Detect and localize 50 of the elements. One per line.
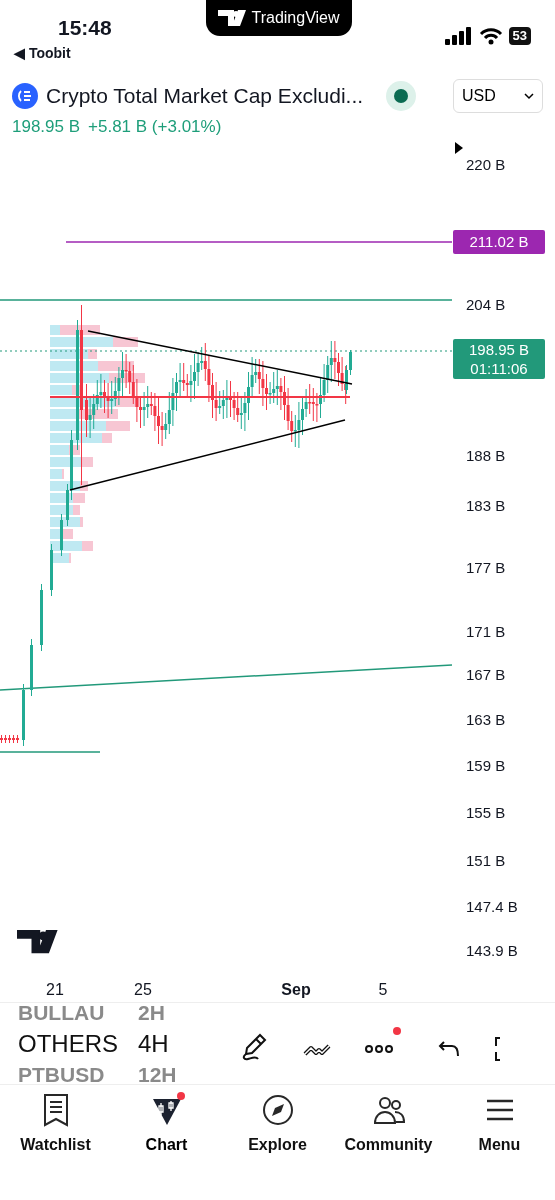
axis-label: Sep (281, 980, 311, 1000)
countdown-timer: 01:11:06 (469, 359, 529, 378)
axis-label: 159 B (466, 755, 506, 776)
axis-label: 155 B (466, 802, 506, 823)
axis-label: 177 B (466, 557, 506, 578)
marker-icon (455, 142, 463, 154)
status-time: 15:48 (58, 15, 112, 41)
undo-icon (436, 1039, 460, 1058)
symbol-option[interactable]: OTHERS (18, 1027, 120, 1060)
candlestick (30, 638, 33, 697)
symbol-icon (12, 82, 38, 109)
axis-label: 163 B (466, 709, 506, 730)
price-change: +5.81 B (+3.01%) (88, 116, 222, 138)
axis-label: 21 (46, 980, 64, 1000)
back-link[interactable]: ◀ Toobit (14, 43, 71, 64)
axis-label: 5 (378, 980, 388, 1000)
axis-label: 167 B (466, 664, 506, 685)
axis-label: 151 B (466, 850, 506, 871)
caret-icon (524, 91, 534, 100)
candlestick (50, 543, 53, 597)
alert-price-label: 211.02 B (453, 230, 545, 254)
nav-tab[interactable]: Community (338, 1093, 439, 1157)
axis-label: 220 B (466, 154, 506, 175)
price: 198.95 B (12, 116, 81, 138)
axis-label: 183 B (466, 495, 506, 516)
symbol-name[interactable]: Crypto Total Market Cap Excludi... (46, 79, 364, 112)
candlestick (40, 583, 43, 652)
app-title: TradingView (251, 8, 340, 28)
more-icon (364, 1043, 394, 1054)
nav-tab[interactable]: Watchlist (5, 1093, 106, 1157)
last-price: 198.95 B (467, 340, 531, 359)
axis-label: 204 B (466, 294, 506, 315)
currency-select[interactable]: USD (453, 78, 543, 113)
battery-level: 53 (508, 27, 531, 45)
watermark-logo-icon (17, 930, 58, 954)
interval-option[interactable]: 4H (138, 1027, 220, 1060)
candlestick (22, 683, 25, 747)
candlestick (60, 513, 63, 557)
axis-label: 147.4 B (466, 896, 518, 917)
logo-icon (218, 10, 247, 26)
axis-label: 143.9 B (466, 940, 518, 961)
nav-tab[interactable]: Menu (449, 1093, 550, 1157)
nav-tab[interactable]: Explore (227, 1093, 328, 1157)
axis-label: 188 B (466, 445, 506, 466)
nav-tab[interactable]: Chart (116, 1093, 217, 1157)
axis-label: 25 (134, 980, 152, 1000)
axis-label: 171 B (466, 621, 506, 642)
compass-icon (260, 1093, 295, 1127)
wifi-icon (478, 27, 503, 45)
signal-icon (444, 27, 473, 45)
